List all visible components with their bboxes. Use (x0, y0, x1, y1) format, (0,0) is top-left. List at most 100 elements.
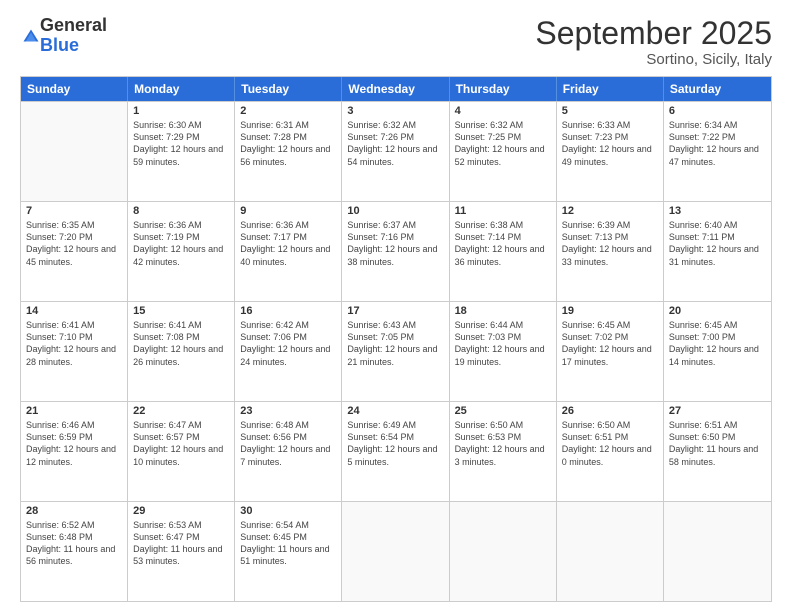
day-number: 18 (455, 305, 551, 317)
day-info: Sunrise: 6:41 AMSunset: 7:08 PMDaylight:… (133, 319, 229, 368)
day-info: Sunrise: 6:50 AMSunset: 6:53 PMDaylight:… (455, 419, 551, 468)
day-cell-4-1: 21 Sunrise: 6:46 AMSunset: 6:59 PMDayligh… (21, 402, 128, 501)
day-number: 13 (669, 205, 766, 217)
day-info: Sunrise: 6:49 AMSunset: 6:54 PMDaylight:… (347, 419, 443, 468)
calendar-body: 1Sunrise: 6:30 AMSunset: 7:29 PMDaylight… (21, 101, 771, 601)
day-cell-3-7: 20 Sunrise: 6:45 AMSunset: 7:00 PMDayligh… (664, 302, 771, 401)
day-number: 25 (455, 405, 551, 417)
day-info: Sunrise: 6:35 AMSunset: 7:20 PMDaylight:… (26, 219, 122, 268)
day-cell-1-6: 5 Sunrise: 6:33 AMSunset: 7:23 PMDaylight… (557, 102, 664, 201)
week-row-1: 1Sunrise: 6:30 AMSunset: 7:29 PMDaylight… (21, 101, 771, 201)
title-block: September 2025 Sortino, Sicily, Italy (535, 16, 772, 68)
day-cell-5-4 (342, 502, 449, 601)
day-info: Sunrise: 6:39 AMSunset: 7:13 PMDaylight:… (562, 219, 658, 268)
logo-blue: Blue (40, 36, 107, 56)
day-number: 5 (562, 105, 658, 117)
day-info: Sunrise: 6:52 AMSunset: 6:48 PMDaylight:… (26, 519, 122, 568)
day-number: 1 (133, 105, 229, 117)
day-cell-5-5 (450, 502, 557, 601)
day-number: 7 (26, 205, 122, 217)
week-row-4: 21 Sunrise: 6:46 AMSunset: 6:59 PMDayligh… (21, 401, 771, 501)
day-info: Sunrise: 6:32 AMSunset: 7:26 PMDaylight:… (347, 119, 443, 168)
day-number: 8 (133, 205, 229, 217)
day-cell-5-1: 28 Sunrise: 6:52 AMSunset: 6:48 PMDayligh… (21, 502, 128, 601)
week-row-2: 7 Sunrise: 6:35 AMSunset: 7:20 PMDaylight… (21, 201, 771, 301)
header-saturday: Saturday (664, 77, 771, 101)
day-info: Sunrise: 6:50 AMSunset: 6:51 PMDaylight:… (562, 419, 658, 468)
location: Sortino, Sicily, Italy (535, 51, 772, 68)
day-cell-1-1 (21, 102, 128, 201)
day-cell-5-3: 30 Sunrise: 6:54 AMSunset: 6:45 PMDayligh… (235, 502, 342, 601)
day-number: 21 (26, 405, 122, 417)
header-thursday: Thursday (450, 77, 557, 101)
day-cell-3-5: 18 Sunrise: 6:44 AMSunset: 7:03 PMDayligh… (450, 302, 557, 401)
day-cell-3-1: 14Sunrise: 6:41 AMSunset: 7:10 PMDayligh… (21, 302, 128, 401)
day-info: Sunrise: 6:46 AMSunset: 6:59 PMDaylight:… (26, 419, 122, 468)
day-number: 17 (347, 305, 443, 317)
day-cell-1-2: 1Sunrise: 6:30 AMSunset: 7:29 PMDaylight… (128, 102, 235, 201)
month-title: September 2025 (535, 16, 772, 51)
day-info: Sunrise: 6:45 AMSunset: 7:00 PMDaylight:… (669, 319, 766, 368)
day-cell-3-3: 16Sunrise: 6:42 AMSunset: 7:06 PMDayligh… (235, 302, 342, 401)
day-cell-1-5: 4 Sunrise: 6:32 AMSunset: 7:25 PMDaylight… (450, 102, 557, 201)
header-monday: Monday (128, 77, 235, 101)
day-info: Sunrise: 6:42 AMSunset: 7:06 PMDaylight:… (240, 319, 336, 368)
day-cell-2-5: 11Sunrise: 6:38 AMSunset: 7:14 PMDayligh… (450, 202, 557, 301)
day-info: Sunrise: 6:33 AMSunset: 7:23 PMDaylight:… (562, 119, 658, 168)
day-cell-4-3: 23Sunrise: 6:48 AMSunset: 6:56 PMDayligh… (235, 402, 342, 501)
logo: General Blue (20, 16, 107, 56)
day-cell-4-6: 26 Sunrise: 6:50 AMSunset: 6:51 PMDayligh… (557, 402, 664, 501)
day-cell-1-3: 2 Sunrise: 6:31 AMSunset: 7:28 PMDaylight… (235, 102, 342, 201)
day-number: 20 (669, 305, 766, 317)
day-number: 26 (562, 405, 658, 417)
day-info: Sunrise: 6:34 AMSunset: 7:22 PMDaylight:… (669, 119, 766, 168)
week-row-5: 28 Sunrise: 6:52 AMSunset: 6:48 PMDayligh… (21, 501, 771, 601)
day-number: 10 (347, 205, 443, 217)
header-wednesday: Wednesday (342, 77, 449, 101)
day-info: Sunrise: 6:44 AMSunset: 7:03 PMDaylight:… (455, 319, 551, 368)
day-cell-1-4: 3 Sunrise: 6:32 AMSunset: 7:26 PMDaylight… (342, 102, 449, 201)
calendar-header: Sunday Monday Tuesday Wednesday Thursday… (21, 77, 771, 101)
day-cell-5-6 (557, 502, 664, 601)
page: General Blue September 2025 Sortino, Sic… (0, 0, 792, 612)
day-info: Sunrise: 6:40 AMSunset: 7:11 PMDaylight:… (669, 219, 766, 268)
day-number: 6 (669, 105, 766, 117)
day-cell-5-7 (664, 502, 771, 601)
day-info: Sunrise: 6:41 AMSunset: 7:10 PMDaylight:… (26, 319, 122, 368)
day-number: 24 (347, 405, 443, 417)
day-cell-5-2: 29 Sunrise: 6:53 AMSunset: 6:47 PMDayligh… (128, 502, 235, 601)
day-info: Sunrise: 6:48 AMSunset: 6:56 PMDaylight:… (240, 419, 336, 468)
day-number: 19 (562, 305, 658, 317)
day-number: 29 (133, 505, 229, 517)
day-info: Sunrise: 6:32 AMSunset: 7:25 PMDaylight:… (455, 119, 551, 168)
day-cell-2-7: 13 Sunrise: 6:40 AMSunset: 7:11 PMDayligh… (664, 202, 771, 301)
day-number: 2 (240, 105, 336, 117)
day-info: Sunrise: 6:45 AMSunset: 7:02 PMDaylight:… (562, 319, 658, 368)
day-info: Sunrise: 6:36 AMSunset: 7:19 PMDaylight:… (133, 219, 229, 268)
day-number: 30 (240, 505, 336, 517)
day-cell-2-6: 12 Sunrise: 6:39 AMSunset: 7:13 PMDayligh… (557, 202, 664, 301)
day-number: 4 (455, 105, 551, 117)
day-info: Sunrise: 6:36 AMSunset: 7:17 PMDaylight:… (240, 219, 336, 268)
day-cell-3-2: 15Sunrise: 6:41 AMSunset: 7:08 PMDayligh… (128, 302, 235, 401)
day-cell-1-7: 6 Sunrise: 6:34 AMSunset: 7:22 PMDaylight… (664, 102, 771, 201)
logo-text: General Blue (40, 16, 107, 56)
day-info: Sunrise: 6:54 AMSunset: 6:45 PMDaylight:… (240, 519, 336, 568)
logo-icon (22, 28, 40, 46)
day-number: 3 (347, 105, 443, 117)
day-info: Sunrise: 6:51 AMSunset: 6:50 PMDaylight:… (669, 419, 766, 468)
header-friday: Friday (557, 77, 664, 101)
header: General Blue September 2025 Sortino, Sic… (20, 16, 772, 68)
header-tuesday: Tuesday (235, 77, 342, 101)
day-info: Sunrise: 6:53 AMSunset: 6:47 PMDaylight:… (133, 519, 229, 568)
day-number: 28 (26, 505, 122, 517)
day-cell-2-2: 8 Sunrise: 6:36 AMSunset: 7:19 PMDaylight… (128, 202, 235, 301)
day-cell-4-7: 27Sunrise: 6:51 AMSunset: 6:50 PMDayligh… (664, 402, 771, 501)
day-cell-2-4: 10Sunrise: 6:37 AMSunset: 7:16 PMDayligh… (342, 202, 449, 301)
day-cell-2-1: 7 Sunrise: 6:35 AMSunset: 7:20 PMDaylight… (21, 202, 128, 301)
day-number: 12 (562, 205, 658, 217)
day-cell-3-4: 17Sunrise: 6:43 AMSunset: 7:05 PMDayligh… (342, 302, 449, 401)
day-cell-3-6: 19 Sunrise: 6:45 AMSunset: 7:02 PMDayligh… (557, 302, 664, 401)
day-info: Sunrise: 6:31 AMSunset: 7:28 PMDaylight:… (240, 119, 336, 168)
day-number: 9 (240, 205, 336, 217)
